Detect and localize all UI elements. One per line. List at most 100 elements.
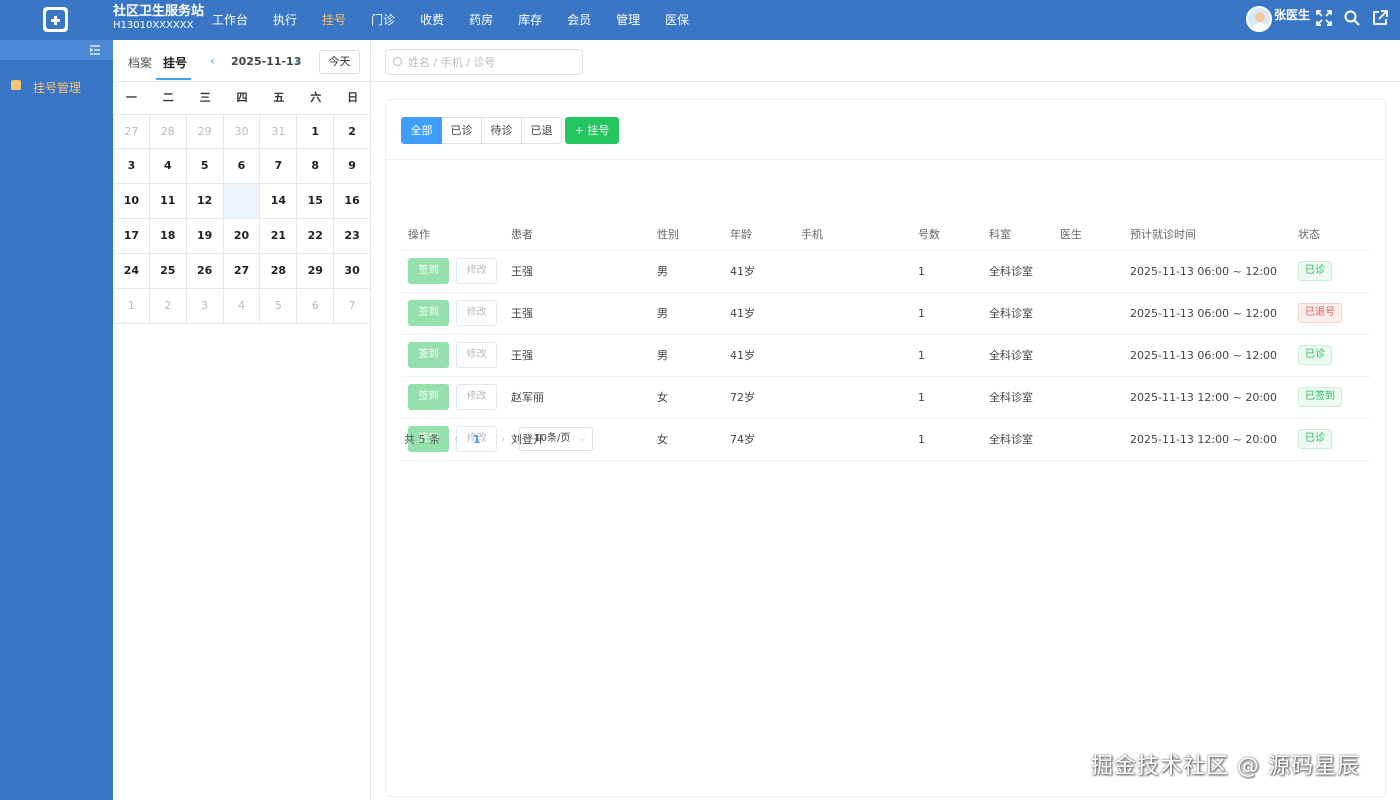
search-icon[interactable] — [1344, 10, 1360, 26]
calendar-day[interactable]: 25 — [149, 254, 187, 289]
tab-records[interactable]: 档案 — [128, 54, 152, 71]
nav-item-pharmacy[interactable]: 药房 — [469, 0, 493, 40]
calendar-day[interactable]: 27 — [113, 114, 150, 149]
calendar-day[interactable]: 8 — [297, 149, 335, 184]
calendar-day[interactable]: 5 — [186, 149, 224, 184]
calendar-day[interactable]: 30 — [334, 254, 372, 289]
today-button[interactable]: 今天 — [319, 50, 360, 74]
nav-item-outpatient[interactable]: 门诊 — [371, 0, 395, 40]
nav-item-execute[interactable]: 执行 — [273, 0, 297, 40]
weekday-label: 一 — [125, 91, 137, 104]
calendar-day[interactable]: 10 — [113, 184, 150, 219]
page-size-select[interactable]: 10条/页 ⌵ — [519, 427, 594, 451]
tab-registration[interactable]: 挂号 — [163, 54, 187, 71]
org-name: 社区卫生服务站 — [113, 4, 205, 19]
calendar-day[interactable]: 30 — [223, 114, 261, 149]
search-input-icon — [393, 57, 402, 66]
calendar-day[interactable]: 5 — [260, 289, 298, 324]
calendar-day[interactable]: 28 — [260, 254, 298, 289]
calendar-day[interactable]: 3 — [186, 289, 224, 324]
calendar-day[interactable]: 4 — [149, 149, 187, 184]
calendar-day[interactable]: 7 — [334, 289, 372, 324]
cell-age: 74岁 — [730, 418, 801, 461]
org-info: 社区卫生服务站 H13010XXXXXX — [113, 5, 204, 33]
sign-in-button[interactable]: 签到 — [408, 258, 449, 284]
calendar-day[interactable]: 7 — [260, 149, 298, 184]
next-day-chevron-icon[interactable]: › — [295, 54, 300, 68]
calendar-day[interactable]: 2 — [149, 289, 187, 324]
calendar-day[interactable]: 29 — [297, 254, 335, 289]
calendar-day[interactable]: 11 — [149, 184, 187, 219]
calendar-day[interactable]: 24 — [113, 254, 150, 289]
search-input[interactable] — [385, 49, 583, 75]
sign-in-button[interactable]: 签到 — [408, 300, 449, 326]
sidebar-item-label: 挂号管理 — [33, 81, 82, 95]
nav-item-registration[interactable]: 挂号 — [322, 0, 346, 40]
status-filter-group: 全部 已诊 待诊 已退 — [401, 117, 562, 144]
calendar-day[interactable]: 6 — [297, 289, 335, 324]
edit-button[interactable]: 修改 — [456, 258, 497, 284]
calendar-day[interactable]: 6 — [223, 149, 261, 184]
calendar-day[interactable]: 18 — [149, 219, 187, 254]
registration-table: 操作 患者 性别 年龄 手机 号数 科室 医生 预计就诊时间 状态 签到 修改 王强… — [401, 218, 1370, 461]
nav-item-workbench[interactable]: 工作台 — [212, 0, 248, 40]
row-actions: 签到 修改 — [401, 334, 511, 377]
row-actions: 签到 修改 — [401, 292, 511, 335]
column-header: 年龄 — [730, 218, 801, 251]
calendar-day[interactable]: 2 — [334, 114, 372, 149]
calendar-day[interactable]: 16 — [334, 184, 372, 219]
edit-button[interactable]: 修改 — [456, 384, 497, 410]
calendar-day[interactable]: 13 — [223, 184, 261, 219]
calendar-day[interactable]: 4 — [223, 289, 261, 324]
calendar-day[interactable]: 17 — [113, 219, 150, 254]
edit-button[interactable]: 修改 — [456, 300, 497, 326]
add-registration-button[interactable]: + 挂号 — [565, 117, 619, 144]
sidebar-item-registration-management[interactable]: 挂号管理 — [0, 77, 113, 97]
nav-item-insurance[interactable]: 医保 — [665, 0, 689, 40]
next-page-chevron-icon[interactable]: › — [500, 432, 505, 446]
calendar-day[interactable]: 26 — [186, 254, 224, 289]
calendar-day[interactable]: 9 — [334, 149, 372, 184]
column-header: 状态 — [1298, 218, 1370, 251]
prev-day-chevron-icon[interactable]: ‹ — [210, 54, 215, 68]
row-actions: 签到 修改 — [401, 376, 511, 419]
fullscreen-icon[interactable] — [1316, 10, 1332, 26]
nav-item-billing[interactable]: 收费 — [420, 0, 444, 40]
edit-button[interactable]: 修改 — [456, 342, 497, 368]
prev-page-chevron-icon[interactable]: ‹ — [454, 432, 459, 446]
nav-item-management[interactable]: 管理 — [616, 0, 640, 40]
sign-in-button[interactable]: 签到 — [408, 384, 449, 410]
calendar-day[interactable]: 27 — [223, 254, 261, 289]
calendar-day[interactable]: 3 — [113, 149, 150, 184]
filter-seen-button[interactable]: 已诊 — [442, 117, 482, 144]
calendar-day[interactable]: 19 — [186, 219, 224, 254]
app-logo-icon[interactable] — [43, 7, 68, 32]
nav-item-member[interactable]: 会员 — [567, 0, 591, 40]
calendar-day[interactable]: 1 — [113, 289, 150, 324]
calendar-day[interactable]: 14 — [260, 184, 298, 219]
sidebar-collapse-button[interactable] — [0, 40, 113, 60]
calendar-day[interactable]: 29 — [186, 114, 224, 149]
calendar-day[interactable]: 20 — [223, 219, 261, 254]
calendar-day[interactable]: 1 — [297, 114, 335, 149]
cell-patient: 王强 — [511, 292, 657, 335]
calendar-day[interactable]: 12 — [186, 184, 224, 219]
calendar-day[interactable]: 31 — [260, 114, 298, 149]
calendar-day[interactable]: 21 — [260, 219, 298, 254]
sign-in-button[interactable]: 签到 — [408, 342, 449, 368]
external-link-icon[interactable] — [1372, 10, 1388, 26]
calendar-day[interactable]: 22 — [297, 219, 335, 254]
filter-all-button[interactable]: 全部 — [401, 117, 442, 144]
calendar-day[interactable]: 28 — [149, 114, 187, 149]
username[interactable]: 张医生 — [1274, 6, 1310, 23]
filter-waiting-button[interactable]: 待诊 — [482, 117, 522, 144]
calendar-day[interactable]: 15 — [297, 184, 335, 219]
calendar-day[interactable]: 23 — [334, 219, 372, 254]
cell-time: 2025-11-13 06:00 ~ 12:00 — [1130, 292, 1298, 335]
avatar[interactable] — [1246, 6, 1272, 32]
chevron-down-icon: ⌵ — [578, 434, 586, 444]
nav-item-inventory[interactable]: 库存 — [518, 0, 542, 40]
cell-time: 2025-11-13 06:00 ~ 12:00 — [1130, 250, 1298, 293]
current-page[interactable]: 1 — [473, 433, 481, 446]
filter-refunded-button[interactable]: 已退 — [522, 117, 562, 144]
